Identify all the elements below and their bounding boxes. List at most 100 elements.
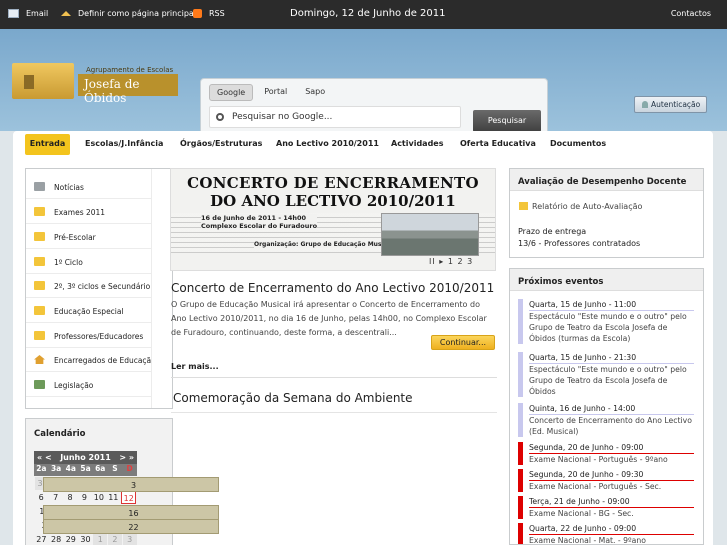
search-tab-portal[interactable]: Portal	[257, 84, 294, 101]
calendar-day-event[interactable]: 3	[42, 476, 219, 492]
nav-escolas[interactable]: Escolas/J.Infância	[85, 139, 163, 148]
calendar-day[interactable]: 8	[63, 491, 76, 504]
banner-organizer: Organização: Grupo de Educação Musical	[254, 241, 394, 248]
calendar-week: 30 31 1 2 3 4 5	[34, 476, 219, 492]
article2-headline[interactable]: Comemoração da Semana do Ambiente	[173, 391, 413, 405]
search-input[interactable]: Pesquisar no Google...	[209, 106, 461, 128]
event-item[interactable]: Quarta, 15 de Junho - 11:00 Espectáculo …	[518, 299, 694, 344]
event-date: Segunda, 20 de Junho - 09:30	[529, 469, 694, 481]
sidebar-item-label: Legislação	[54, 381, 94, 390]
contacts-link[interactable]: Contactos	[671, 9, 711, 18]
calendar-day-today[interactable]: 12	[121, 490, 137, 504]
search-button[interactable]: Pesquisar	[473, 110, 541, 132]
featured-banner[interactable]: CONCERTO DE ENCERRAMENTO DO ANO LECTIVO …	[170, 168, 496, 271]
sidebar-item-2-3-ciclos[interactable]: 2º, 3º ciclos e Secundário	[26, 274, 152, 298]
calendar-day-event[interactable]: 16	[42, 504, 219, 520]
calendar-day[interactable]: 9	[78, 491, 91, 504]
calendar-header: « < Junho 2011 > »	[34, 451, 137, 464]
self-evaluation-link[interactable]: Relatório de Auto-Avaliação	[519, 202, 642, 211]
event-description: Exame Nacional - BG - Sec.	[529, 509, 634, 518]
event-item[interactable]: Quinta, 16 de Junho - 14:00 Concerto de …	[518, 403, 694, 437]
calendar-day[interactable]: 6	[35, 491, 48, 504]
main-nav: Entrada Escolas/J.Infância Órgãos/Estrut…	[13, 131, 713, 156]
nav-orgaos[interactable]: Órgãos/Estruturas	[180, 139, 262, 148]
book-icon	[34, 380, 45, 389]
calendar-week: 20 21 22 23 24 25 26	[34, 518, 219, 534]
event-date: Terça, 21 de Junho - 09:00	[529, 496, 694, 508]
set-homepage-link[interactable]: Definir como página principal	[61, 9, 196, 18]
banner-title-line1: CONCERTO DE ENCERRAMENTO	[187, 174, 479, 192]
sidebar-item-educacao-especial[interactable]: Educação Especial	[26, 299, 152, 323]
banner-pager[interactable]: II ▸ 1 2 3	[429, 257, 473, 266]
event-description: Exame Nacional - Português - Sec.	[529, 482, 662, 491]
sidebar-item-encarregados[interactable]: Encarregados de Educaçã	[26, 348, 152, 372]
calendar-month: Junho 2011	[60, 453, 111, 462]
banner-info-date: 16 de Junho de 2011 - 14h00	[201, 214, 307, 222]
read-more-link[interactable]: Ler mais...	[171, 362, 219, 371]
event-item[interactable]: Segunda, 20 de Junho - 09:00 Exame Nacio…	[518, 442, 694, 465]
deadline-info: Prazo de entrega 13/6 - Professores cont…	[518, 226, 640, 250]
divider	[171, 377, 497, 378]
nav-entrada[interactable]: Entrada	[25, 134, 70, 155]
nav-actividades[interactable]: Actividades	[391, 139, 444, 148]
calendar-day[interactable]: 11	[107, 491, 120, 504]
sidebar-item-professores[interactable]: Professores/Educadores	[26, 324, 152, 348]
nav-oferta-educativa[interactable]: Oferta Educativa	[460, 139, 536, 148]
event-description: Concerto de Encerramento do Ano Lectivo …	[529, 416, 692, 436]
self-evaluation-label: Relatório de Auto-Avaliação	[532, 202, 643, 211]
divider	[171, 412, 497, 413]
calendar-title: Calendário	[34, 429, 86, 439]
event-description: Exame Nacional - Mat. - 9ºano	[529, 536, 646, 545]
event-description: Espectáculo "Este mundo e o outro" pelo …	[529, 365, 687, 396]
sidebar-item-1-ciclo[interactable]: 1º Ciclo	[26, 250, 152, 274]
calendar-day[interactable]: 1	[93, 532, 108, 545]
calendar-day-event[interactable]: 22	[42, 518, 219, 534]
sidebar-menu: Notícias Exames 2011 Pré-Escolar 1º Cicl…	[25, 168, 173, 409]
calendar-day[interactable]: 28	[49, 533, 63, 545]
calendar-prev-button[interactable]: « <	[37, 453, 52, 464]
email-label: Email	[26, 9, 49, 18]
calendar-day[interactable]: 10	[92, 491, 105, 504]
calendar-day[interactable]: 2	[108, 532, 122, 545]
login-button[interactable]: Autenticação	[634, 96, 707, 113]
weekday: 4a	[65, 464, 76, 473]
event-date: Quarta, 15 de Junho - 21:30	[529, 352, 694, 364]
nav-documentos[interactable]: Documentos	[550, 139, 606, 148]
calendar-day[interactable]: 27	[35, 533, 49, 545]
rss-label: RSS	[209, 9, 225, 18]
calendar-next-button[interactable]: > »	[119, 453, 134, 464]
rss-link[interactable]: RSS	[193, 9, 225, 18]
weekday: 6a	[95, 464, 106, 473]
event-item[interactable]: Segunda, 20 de Junho - 09:30 Exame Nacio…	[518, 469, 694, 492]
user-icon	[642, 101, 648, 108]
search-tab-google[interactable]: Google	[209, 84, 254, 101]
school-logo[interactable]: Agrupamento de Escolas Josefa de Óbidos	[12, 59, 178, 105]
search-tabs: Google Portal Sapo	[209, 84, 332, 101]
calendar-day[interactable]: 3	[122, 532, 137, 545]
sidebar-item-legislacao[interactable]: Legislação	[26, 373, 152, 397]
event-item[interactable]: Quarta, 15 de Junho - 21:30 Espectáculo …	[518, 352, 694, 397]
calendar-widget: Calendário « < Junho 2011 > » 2a 3a 4a 5…	[25, 418, 219, 545]
search-tab-sapo[interactable]: Sapo	[298, 84, 332, 101]
sidebar-item-noticias[interactable]: Notícias	[26, 175, 152, 199]
event-item[interactable]: Quarta, 22 de Junho - 09:00 Exame Nacion…	[518, 523, 694, 545]
event-item[interactable]: Terça, 21 de Junho - 09:00 Exame Naciona…	[518, 496, 694, 519]
calendar-day[interactable]: 7	[49, 491, 62, 504]
search-icon	[216, 113, 224, 121]
calendar-day[interactable]: 30	[79, 533, 93, 545]
sidebar-item-pre-escolar[interactable]: Pré-Escolar	[26, 225, 152, 249]
article-headline[interactable]: Concerto de Encerramento do Ano Lectivo …	[171, 281, 494, 295]
school-building-photo	[381, 213, 479, 256]
folder-icon	[34, 281, 45, 290]
continue-button[interactable]: Continuar...	[431, 335, 495, 350]
nav-ano-lectivo[interactable]: Ano Lectivo 2010/2011	[276, 139, 379, 148]
sidebar-scroll-area	[151, 169, 172, 408]
calendar-day[interactable]: 29	[64, 533, 78, 545]
home-icon	[61, 11, 71, 16]
folder-icon	[34, 306, 45, 315]
sidebar-item-label: 2º, 3º ciclos e Secundário	[54, 282, 151, 291]
calendar-week: 13 14 15 16 17 18 19	[34, 504, 219, 520]
email-link[interactable]: Email	[8, 9, 48, 18]
sidebar-item-label: Exames 2011	[54, 208, 106, 217]
sidebar-item-exames[interactable]: Exames 2011	[26, 200, 152, 224]
